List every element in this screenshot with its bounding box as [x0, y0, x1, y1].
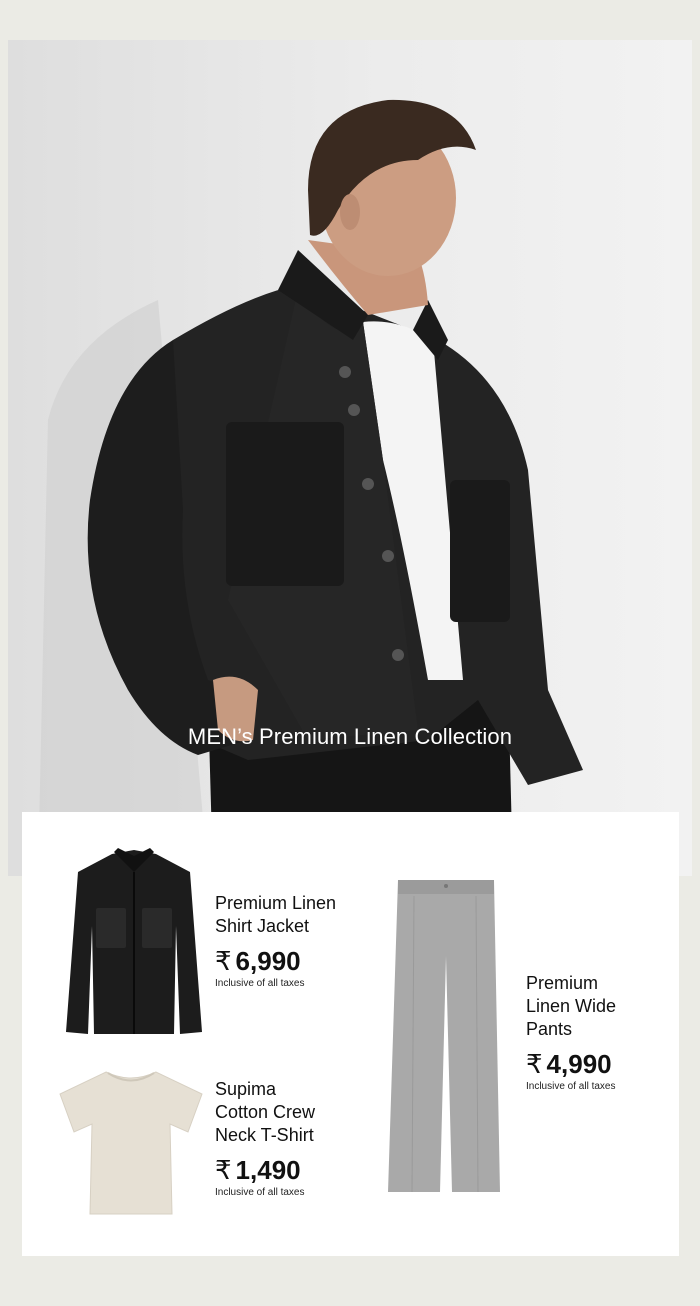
- product-name: Premium Linen Shirt Jacket: [215, 893, 337, 936]
- shirt-jacket-image[interactable]: [64, 846, 204, 1038]
- product-pants[interactable]: Premium Linen Wide Pants ₹4,990 Inclusiv…: [526, 972, 616, 1092]
- product-shirt-jacket[interactable]: Premium Linen Shirt Jacket ₹6,990 Inclus…: [215, 892, 336, 989]
- hero-model-image: [38, 99, 583, 876]
- product-price: ₹4,990: [526, 1049, 612, 1079]
- product-price: ₹1,490: [215, 1155, 301, 1185]
- product-card: Premium Linen Shirt Jacket ₹6,990 Inclus…: [22, 812, 679, 1256]
- t-shirt-image[interactable]: [56, 1066, 206, 1216]
- product-name: Premium Linen Wide Pants: [526, 973, 617, 1039]
- tax-note: Inclusive of all taxes: [526, 1081, 616, 1092]
- pants-image[interactable]: [386, 876, 506, 1194]
- product-t-shirt[interactable]: Supima Cotton Crew Neck T-Shirt ₹1,490 I…: [215, 1078, 315, 1198]
- tax-note: Inclusive of all taxes: [215, 978, 305, 989]
- hero-banner[interactable]: MEN’s Premium Linen Collection: [8, 40, 692, 876]
- product-price: ₹6,990: [215, 946, 301, 976]
- tax-note: Inclusive of all taxes: [215, 1187, 305, 1198]
- collection-title: MEN’s Premium Linen Collection: [187, 724, 513, 749]
- product-name: Supima Cotton Crew Neck T-Shirt: [215, 1079, 316, 1145]
